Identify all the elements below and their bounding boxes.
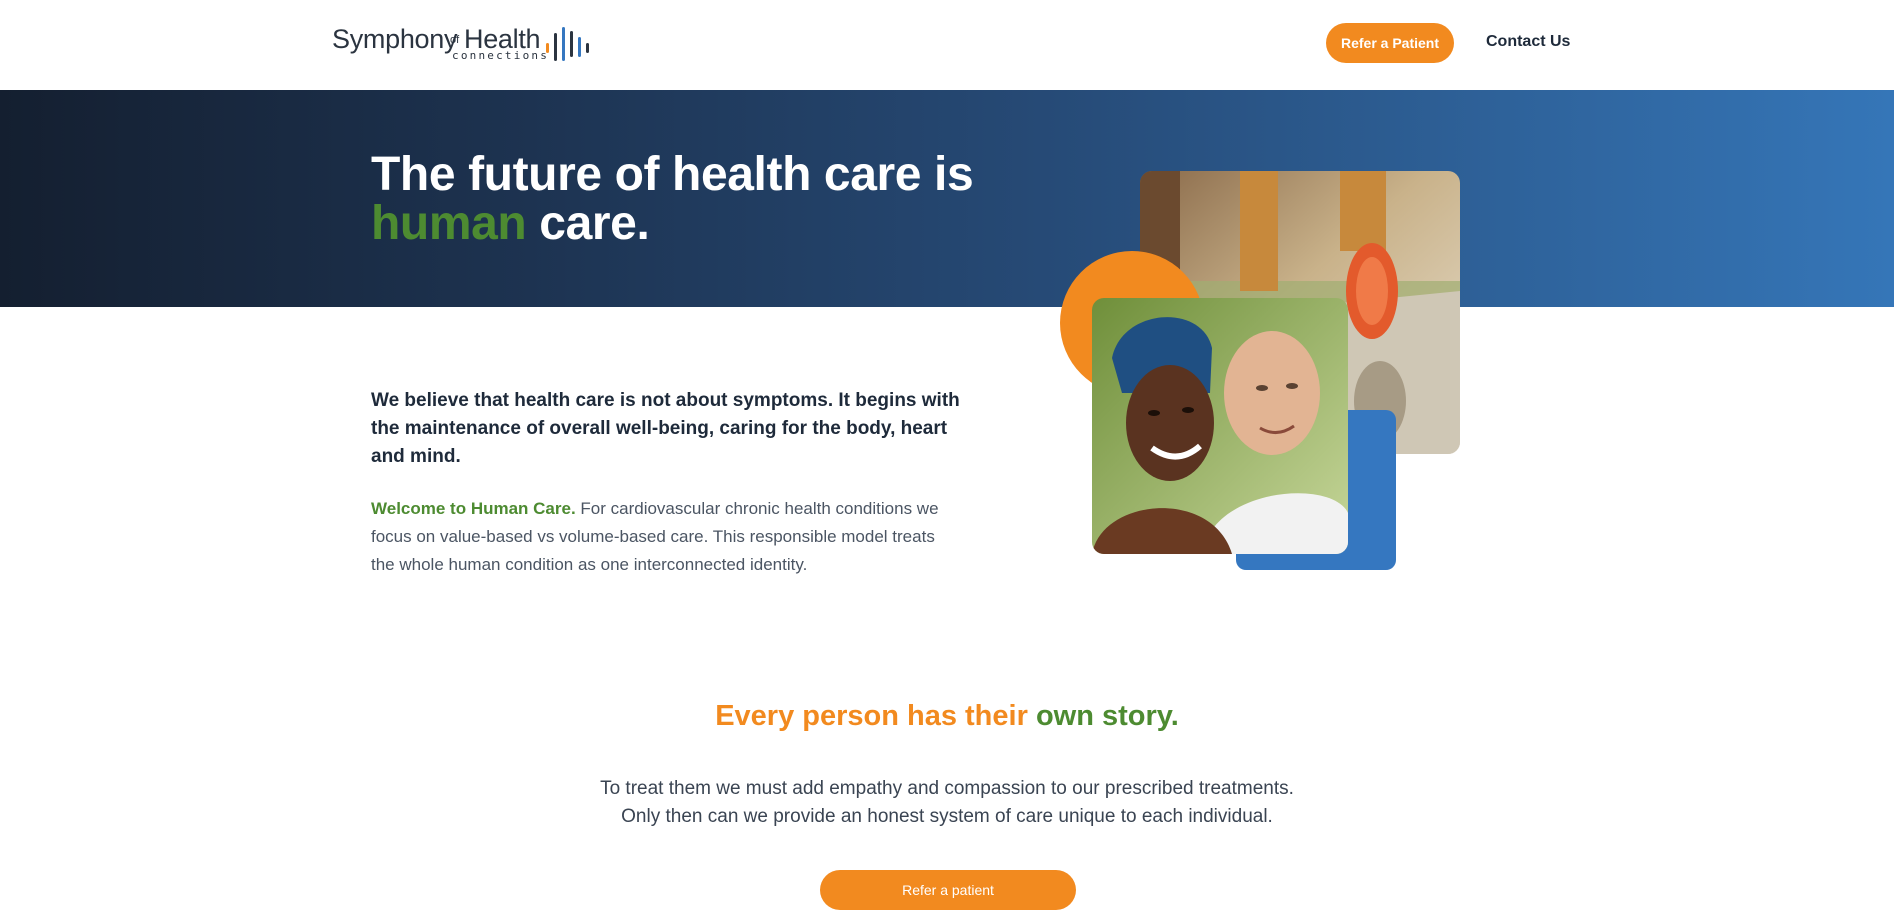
hero-title-line1: The future of health care is <box>371 148 974 201</box>
welcome-highlight: Welcome to Human Care. <box>371 499 576 518</box>
hero-title-care: care. <box>526 197 650 250</box>
intro-lead-paragraph: We believe that health care is not about… <box>371 390 960 467</box>
site-header: Symphony of Health connections Refer a P… <box>0 0 1894 90</box>
story-heading: Every person has their own story. <box>0 700 1894 733</box>
intro-body-paragraph: Welcome to Human Care. For cardiovascula… <box>371 495 961 579</box>
smiling-couple-image <box>1092 298 1348 554</box>
story-heading-green: own story. <box>1035 700 1179 732</box>
story-paragraph: To treat them we must add empathy and co… <box>0 775 1894 831</box>
hero-title-human: human <box>371 197 527 250</box>
couple-illustration <box>1092 298 1348 554</box>
contact-us-link[interactable]: Contact Us <box>1486 33 1570 51</box>
story-heading-orange: Every person has their <box>715 700 1036 732</box>
refer-patient-cta-button[interactable]: Refer a patient <box>820 870 1076 910</box>
hero-title: The future of health care is human care. <box>371 148 974 250</box>
logo-soundwave-icon <box>546 27 589 61</box>
refer-patient-button[interactable]: Refer a Patient <box>1326 23 1454 63</box>
site-logo[interactable]: Symphony of Health connections <box>332 22 547 66</box>
photo-collage <box>1058 170 1466 570</box>
logo-word-symphony: Symphony <box>332 24 458 54</box>
hero-banner: The future of health care is human care. <box>0 90 1894 307</box>
logo-word-connections: connections <box>452 49 550 62</box>
logo-word-of: of <box>450 34 460 46</box>
story-line-1: To treat them we must add empathy and co… <box>600 778 1294 799</box>
logo-wordmark: Symphony of Health connections <box>332 22 547 66</box>
story-line-2: Only then can we provide an honest syste… <box>621 806 1273 827</box>
